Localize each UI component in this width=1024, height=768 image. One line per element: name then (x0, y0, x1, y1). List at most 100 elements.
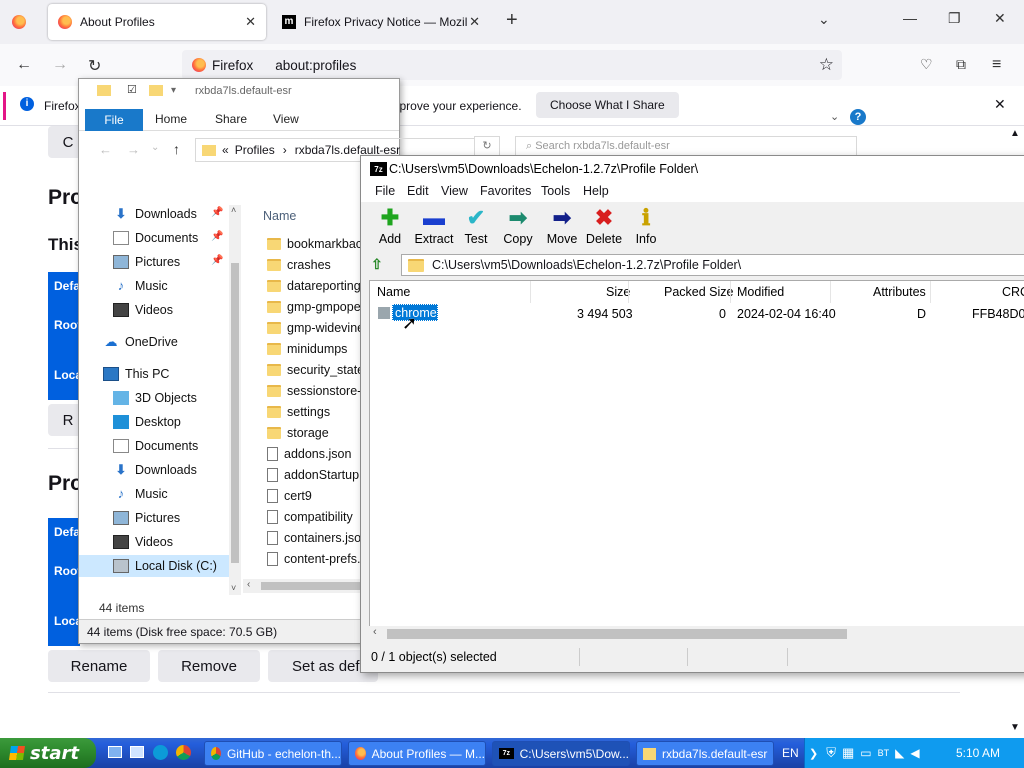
back-icon[interactable]: ← (16, 56, 32, 74)
archive-path-input[interactable]: C:\Users\vm5\Downloads\Echelon-1.2.7z\Pr… (401, 254, 1024, 276)
ribbon-tab-home[interactable]: Home (155, 112, 187, 126)
menu-icon[interactable]: ≡ (992, 56, 1001, 74)
column-header-name[interactable]: Name (377, 285, 410, 299)
scrollbar-thumb[interactable] (231, 263, 239, 563)
maximize-icon[interactable]: ❐ (948, 10, 961, 27)
menu-file[interactable]: File (375, 184, 395, 198)
list-item[interactable]: minidumps (267, 338, 347, 359)
firefox-menu-icon[interactable] (12, 15, 26, 29)
scroll-up-icon[interactable]: ▲ (1010, 128, 1020, 139)
close-window-icon[interactable]: ✕ (994, 10, 1006, 27)
nav-item-downloads[interactable]: ⬇ Downloads (79, 459, 229, 481)
list-item[interactable]: compatibility (267, 506, 353, 527)
tab-privacy-notice[interactable]: m Firefox Privacy Notice — Mozil ✕ (272, 4, 490, 40)
list-item[interactable]: addons.json (267, 443, 351, 464)
ribbon-tab-view[interactable]: View (273, 112, 299, 126)
back-icon[interactable]: ← (99, 142, 112, 157)
nav-item-desktop[interactable]: Desktop (79, 411, 229, 433)
scroll-down-icon[interactable]: ▼ (1010, 722, 1020, 733)
scrollbar-thumb[interactable] (261, 582, 361, 590)
menu-view[interactable]: View (441, 184, 468, 198)
archive-hscrollbar[interactable]: ‹ (369, 626, 1024, 642)
nav-item-onedrive[interactable]: ☁ OneDrive (79, 331, 229, 353)
choose-what-i-share-button[interactable]: Choose What I Share (536, 92, 679, 118)
close-tab-icon[interactable]: ✕ (245, 14, 256, 30)
menu-help[interactable]: Help (583, 184, 609, 198)
nav-pane-scrollbar[interactable]: ˄ ˅ (229, 205, 241, 595)
toolbar-test-button[interactable]: ✔ Test (453, 206, 499, 247)
nav-item-documents[interactable]: Documents (79, 435, 229, 457)
toolbar-copy-button[interactable]: ➡ Copy (495, 206, 541, 247)
nav-item-3d-objects[interactable]: 3D Objects (79, 387, 229, 409)
scroll-left-icon[interactable]: ‹ (247, 579, 250, 590)
list-item[interactable]: storage (267, 422, 329, 443)
remove-button[interactable]: Remove (158, 650, 260, 682)
column-header-size[interactable]: Size (606, 285, 630, 299)
pin-icon[interactable]: 📌 (211, 231, 223, 242)
pocket-icon[interactable]: ♡ (920, 56, 933, 73)
nav-item-pictures[interactable]: Pictures (79, 507, 229, 529)
pin-icon[interactable]: 📌 (211, 255, 223, 266)
network-icon[interactable]: ▦ (842, 745, 854, 761)
ribbon-tab-share[interactable]: Share (215, 112, 247, 126)
scroll-left-icon[interactable]: ‹ (373, 626, 377, 638)
volume-icon[interactable]: ◀ (910, 746, 919, 760)
scrollbar-thumb[interactable] (387, 629, 847, 639)
close-notification-icon[interactable]: ✕ (994, 96, 1006, 113)
list-item[interactable]: settings (267, 401, 330, 422)
list-item[interactable]: datareporting (267, 275, 361, 296)
toolbar-move-button[interactable]: ➡ Move (539, 206, 585, 247)
menu-tools[interactable]: Tools (541, 184, 570, 198)
up-icon[interactable]: ↑ (173, 141, 180, 157)
explorer-quicklaunch-icon[interactable] (130, 746, 144, 758)
list-all-tabs-icon[interactable]: ⌄ (818, 11, 830, 28)
column-header-modified[interactable]: Modified (737, 285, 784, 299)
explorer-search-box[interactable]: ⌕ Search rxbda7ls.default-esr (515, 136, 857, 156)
scroll-down-icon[interactable]: ˅ (231, 583, 236, 593)
menu-favorites[interactable]: Favorites (480, 184, 531, 198)
help-icon[interactable]: ? (850, 109, 866, 125)
extensions-icon[interactable]: ⧉ (956, 56, 966, 73)
taskbar-button-github[interactable]: GitHub - echelon-th... (204, 741, 342, 766)
forward-icon[interactable]: → (127, 142, 140, 157)
toolbar-delete-button[interactable]: ✖ Delete (581, 206, 627, 247)
recent-locations-icon[interactable]: ⌄ (151, 142, 159, 153)
menu-edit[interactable]: Edit (407, 184, 429, 198)
list-item[interactable]: crashes (267, 254, 331, 275)
start-button[interactable]: start (0, 738, 96, 768)
pin-icon[interactable]: 📌 (211, 207, 223, 218)
shield-icon[interactable]: ⛨ (826, 745, 836, 761)
chrome-icon[interactable] (176, 745, 191, 760)
list-item[interactable]: security_state (267, 359, 364, 380)
bookmark-star-icon[interactable]: ☆ (819, 55, 834, 75)
tray-expand-icon[interactable]: ❯ (809, 747, 818, 760)
clock[interactable]: 5:10 AM (956, 746, 1000, 760)
signal-icon[interactable]: ◣ (895, 746, 904, 760)
url-bar[interactable]: Firefox about:profiles ☆ (182, 50, 842, 80)
scroll-up-icon[interactable]: ˄ (231, 205, 236, 215)
language-indicator[interactable]: EN (782, 746, 799, 760)
go-up-icon[interactable]: ⇧ (371, 256, 391, 276)
new-tab-button[interactable]: + (506, 9, 518, 32)
nav-item-documents[interactable]: Documents 📌 (79, 227, 229, 249)
toolbar-add-button[interactable]: ✚ Add (367, 206, 413, 247)
taskbar-button-about-profiles[interactable]: About Profiles — M... (348, 741, 486, 766)
rename-button[interactable]: Rename (48, 650, 150, 682)
column-header-crc[interactable]: CRC (1002, 285, 1024, 299)
quick-access-dropdown-icon[interactable]: ▾ (171, 85, 176, 96)
breadcrumb-profiles[interactable]: Profiles (235, 143, 275, 157)
list-item[interactable]: containers.json (267, 527, 368, 548)
show-desktop-icon[interactable] (108, 746, 122, 758)
tab-about-profiles[interactable]: About Profiles ✕ (48, 4, 266, 40)
nav-item-videos[interactable]: Videos (79, 531, 229, 553)
new-folder-icon[interactable] (149, 85, 163, 96)
reload-icon[interactable]: ↻ (88, 56, 101, 76)
bluetooth-icon[interactable]: BT (878, 748, 890, 758)
nav-item-videos[interactable]: Videos (79, 299, 229, 321)
refresh-icon[interactable]: ↻ (474, 136, 500, 156)
nav-item-this-pc[interactable]: This PC (79, 363, 229, 385)
properties-icon[interactable]: ☑ (127, 83, 137, 96)
list-item[interactable]: cert9 (267, 485, 312, 506)
forward-icon[interactable]: → (52, 56, 68, 74)
toolbar-info-button[interactable]: ℹ Info (623, 206, 669, 247)
